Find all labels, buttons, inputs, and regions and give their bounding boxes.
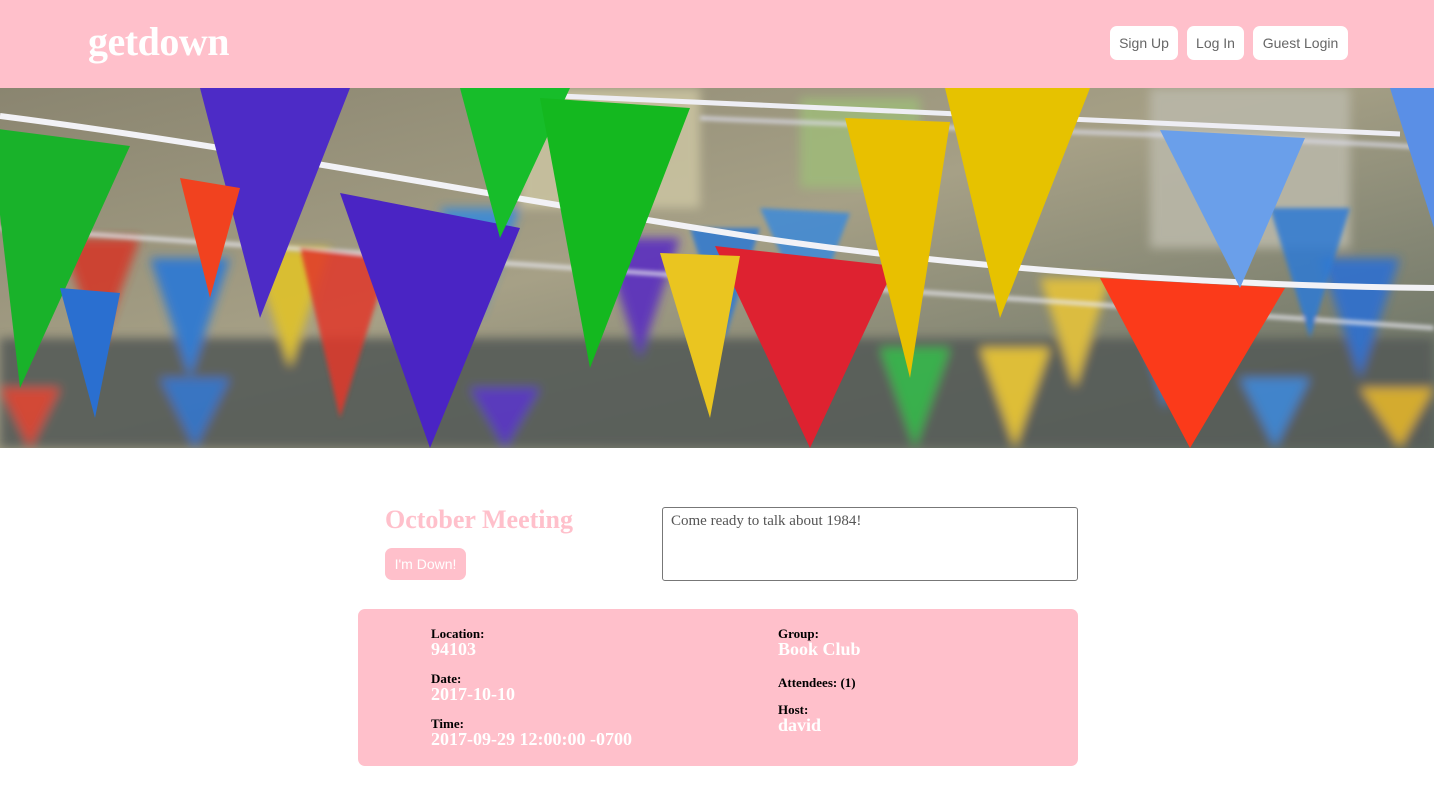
log-in-button[interactable]: Log In — [1187, 26, 1244, 60]
guest-login-button[interactable]: Guest Login — [1253, 26, 1348, 60]
time-value: 2017-09-29 12:00:00 -0700 — [431, 729, 632, 749]
attendees-label: Attendees: (1) — [778, 675, 856, 690]
host-value[interactable]: david — [778, 715, 821, 735]
site-logo[interactable]: getdown — [88, 18, 229, 66]
im-down-button[interactable]: I'm Down! — [385, 548, 466, 580]
sign-up-button[interactable]: Sign Up — [1110, 26, 1178, 60]
event-details-panel: Location: 94103 Date: 2017-10-10 Time: 2… — [358, 609, 1078, 766]
top-navigation-bar: getdown Sign Up Log In Guest Login — [0, 0, 1434, 88]
date-value: 2017-10-10 — [431, 684, 515, 704]
group-value[interactable]: Book Club — [778, 639, 861, 659]
location-value: 94103 — [431, 639, 476, 659]
event-description-box[interactable]: Come ready to talk about 1984! — [662, 507, 1078, 581]
event-title: October Meeting — [385, 505, 573, 534]
hero-banner-image — [0, 88, 1434, 448]
